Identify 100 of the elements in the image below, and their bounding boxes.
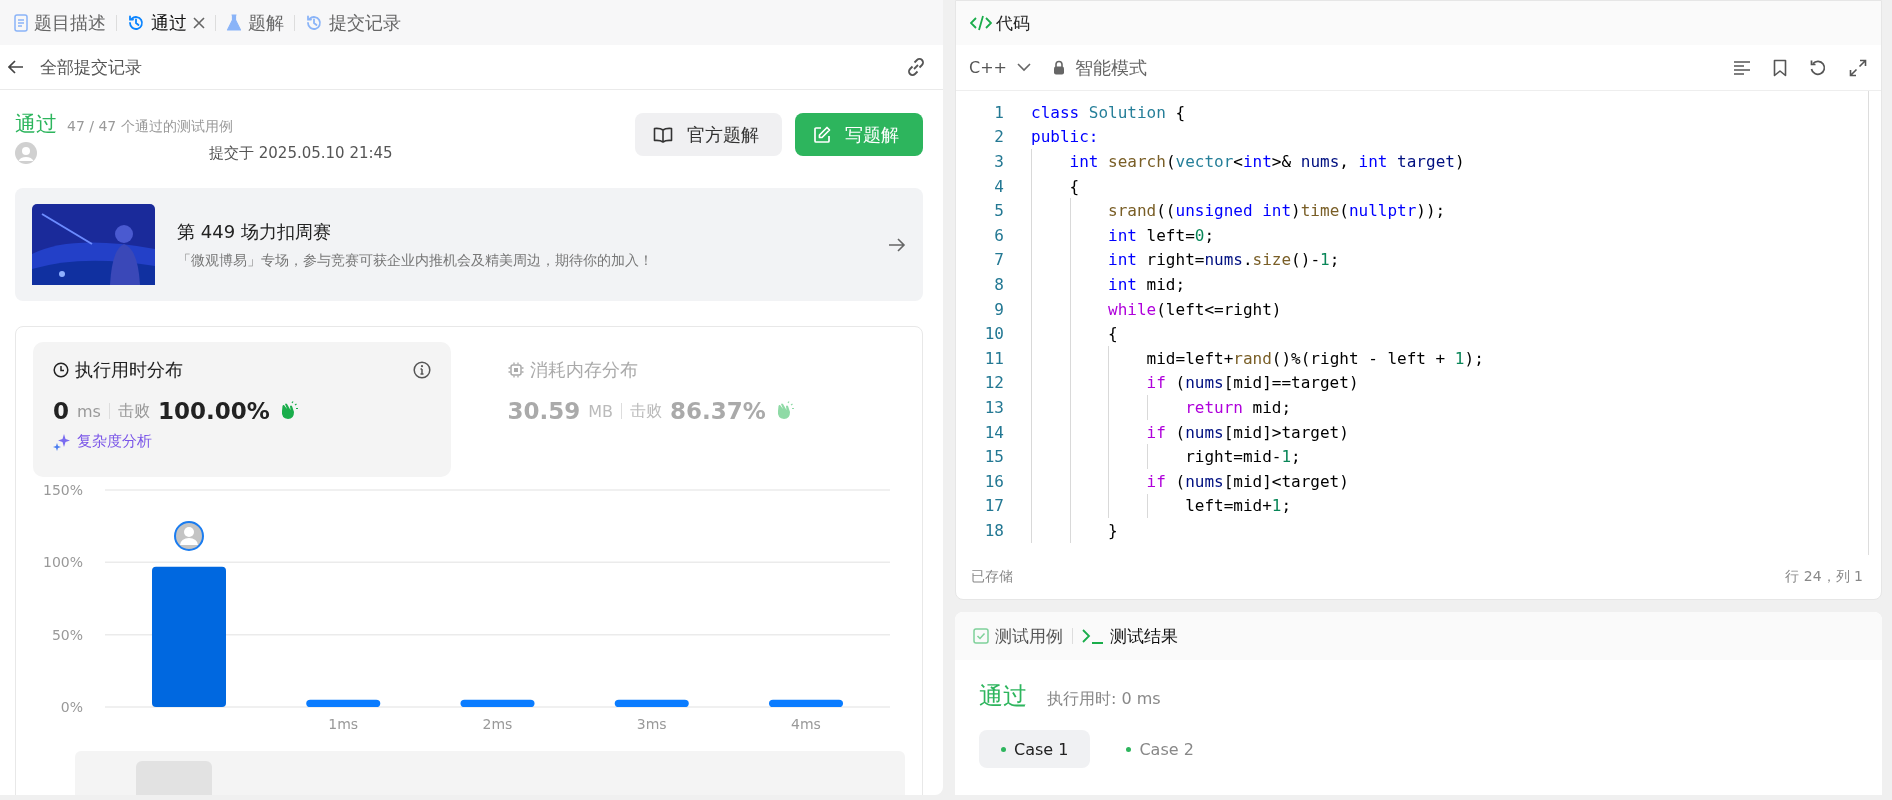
x-axis-label: 4ms (791, 716, 821, 732)
close-icon[interactable] (193, 16, 205, 29)
code-line: if (nums[mid]>target) (1146, 422, 1349, 442)
x-axis-label: 3ms (636, 716, 667, 732)
code-line: { (1108, 324, 1118, 344)
line-number: 9 (993, 299, 1004, 319)
line-number: 13 (983, 397, 1004, 417)
code-line: if (nums[mid]==target) (1146, 373, 1359, 393)
status-text: 通过 (15, 111, 57, 138)
code-line: if (nums[mid]<target) (1146, 471, 1349, 491)
line-number: 6 (993, 225, 1004, 245)
x-axis-label: 1ms (328, 716, 359, 732)
link-icon[interactable] (905, 56, 927, 78)
code-line: left=mid+1; (1185, 496, 1292, 516)
x-axis-label: 2ms (482, 716, 513, 732)
contest-description: 「微观博易」专场，参与竞赛可获企业内推机会及精美周边，期待你的加入！ (177, 251, 653, 270)
code-line: } (1108, 520, 1118, 540)
line-number: 11 (983, 348, 1004, 368)
line-number: 2 (993, 127, 1004, 147)
line-number: 7 (993, 250, 1004, 270)
saved-status: 已存储 (971, 568, 1013, 586)
expand-icon[interactable] (1849, 58, 1867, 77)
submitted-time: 提交于 2025.05.10 21:45 (209, 143, 393, 163)
contest-banner[interactable]: 第 449 场力扣周赛 「微观博易」专场，参与竞赛可获企业内推机会及精美周边，期待你的加入！ (15, 188, 923, 301)
code-line: int search(vector<int>& nums, int target) (1069, 152, 1465, 171)
page-title: 全部提交记录 (40, 55, 142, 79)
code-line: int right=nums.size()-1; (1108, 250, 1340, 270)
y-axis-label: 100% (42, 554, 83, 571)
y-axis-label: 0% (60, 699, 83, 715)
panel-tab[interactable]: 提交记录 (303, 10, 403, 35)
code-line: right=mid-1; (1185, 447, 1301, 467)
y-axis-label: 150% (42, 482, 83, 498)
code-line: { (1069, 176, 1080, 196)
flask-icon (226, 13, 242, 32)
stat-title: 执行用时分布 (75, 358, 183, 382)
line-number: 16 (983, 471, 1004, 491)
line-number: 17 (983, 496, 1004, 516)
line-number: 18 (983, 520, 1004, 540)
code-line: int left=0; (1108, 225, 1215, 245)
undo-icon[interactable] (1809, 58, 1827, 77)
format-icon[interactable] (1733, 59, 1751, 76)
arrow-right-icon (888, 236, 906, 253)
code-line: class Solution { (1031, 102, 1186, 122)
language-select[interactable]: C++ (969, 58, 1031, 77)
edit-icon (813, 125, 831, 144)
line-number: 8 (993, 274, 1004, 294)
panel-tab[interactable]: 题解 (224, 10, 286, 35)
checkbox-icon (973, 628, 989, 644)
avatar-icon (174, 521, 204, 551)
beats-label: 击败 (630, 400, 663, 422)
avatar-icon (15, 142, 37, 164)
history-icon (305, 13, 323, 32)
bar[interactable] (614, 699, 689, 707)
panel-tab[interactable]: 测试用例 (973, 624, 1063, 648)
panel-tab[interactable]: 通过 (125, 10, 207, 35)
stat-card[interactable]: 执行用时分布 0 ms 击败 100.00% 复杂度分析 (33, 342, 451, 477)
panel-tab[interactable]: 题目描述 (12, 10, 108, 35)
document-icon (14, 13, 28, 32)
lock-icon (1053, 60, 1065, 75)
code-line: mid=left+rand()%(right - left + 1); (1146, 348, 1484, 368)
beats-label: 击败 (117, 400, 150, 422)
clock-icon (53, 362, 69, 378)
history-icon (127, 13, 145, 32)
chevron-down-icon (1017, 63, 1031, 72)
mode-label[interactable]: 智能模式 (1075, 55, 1147, 80)
code-icon (970, 15, 992, 31)
contest-title: 第 449 场力扣周赛 (177, 219, 332, 244)
bar[interactable] (306, 699, 381, 707)
stat-unit: MB (588, 401, 614, 421)
beats-percent: 100.00% (157, 398, 270, 424)
code-line: srand((unsigned int)time(nullptr)); (1108, 201, 1446, 221)
case-tab[interactable]: Case 2 (1104, 730, 1216, 768)
stat-unit: ms (77, 401, 101, 421)
line-number: 12 (983, 373, 1004, 393)
official-solution-button[interactable]: 官方题解 (635, 113, 782, 156)
case-tab[interactable]: Case 1 (979, 730, 1091, 768)
line-number: 15 (983, 447, 1004, 467)
bar[interactable] (460, 699, 535, 707)
cursor-position: 行 24，列 1 (1785, 568, 1863, 586)
bookmark-icon[interactable] (1773, 58, 1787, 77)
line-number: 14 (983, 422, 1004, 442)
result-status: 通过 (979, 681, 1027, 712)
bar[interactable] (769, 699, 843, 707)
back-arrow-icon[interactable] (8, 60, 24, 74)
y-axis-label: 50% (51, 626, 83, 643)
info-icon[interactable] (412, 361, 431, 379)
line-number: 5 (993, 201, 1004, 221)
beats-percent: 86.37% (670, 398, 766, 424)
runtime-text: 执行用时: 0 ms (1047, 689, 1161, 710)
code-line: return mid; (1185, 397, 1292, 417)
line-number: 4 (993, 176, 1004, 196)
terminal-icon (1082, 628, 1104, 644)
code-line: int mid; (1108, 274, 1186, 294)
complexity-analysis-link[interactable]: 复杂度分析 (77, 432, 152, 451)
panel-tab[interactable]: 测试结果 (1082, 624, 1178, 648)
chip-icon (507, 362, 524, 378)
stat-value: 30.59 (507, 398, 581, 424)
stat-title: 消耗内存分布 (529, 358, 638, 382)
panel-title: 代码 (996, 11, 1030, 35)
code-line: public: (1031, 127, 1099, 147)
